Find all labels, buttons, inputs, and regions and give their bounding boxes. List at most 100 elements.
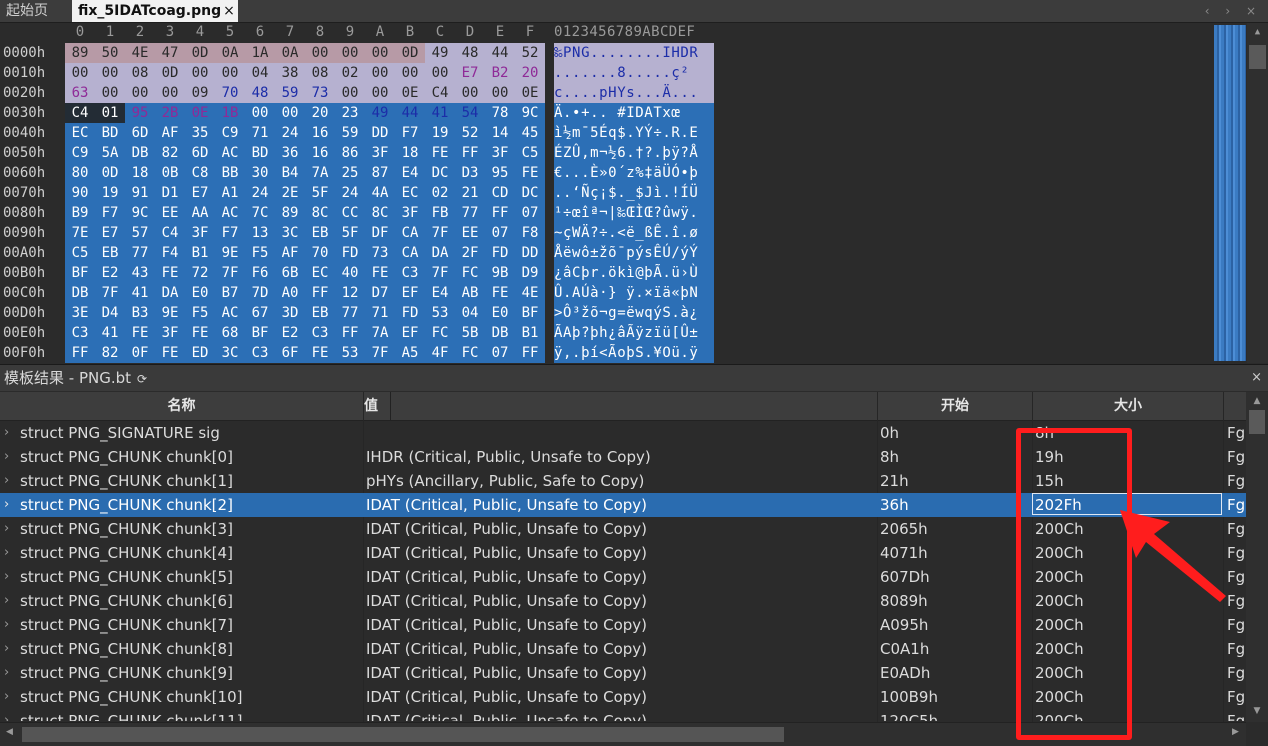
hex-byte[interactable]: 6D [185,143,215,163]
hex-byte[interactable]: 8C [365,203,395,223]
hex-byte[interactable]: 00 [335,43,365,63]
hex-byte[interactable]: F7 [395,123,425,143]
hex-byte[interactable]: FD [395,303,425,323]
hex-byte[interactable]: 23 [335,103,365,123]
hex-byte[interactable]: 7A [305,163,335,183]
hex-byte[interactable]: DA [425,243,455,263]
hex-byte[interactable]: 00 [65,63,95,83]
expand-chevron-icon[interactable]: › [4,493,9,517]
hex-byte[interactable]: DB [125,143,155,163]
hex-byte[interactable]: FB [425,203,455,223]
hex-byte[interactable]: 7E [65,223,95,243]
hex-byte[interactable]: C4 [425,83,455,103]
hex-byte[interactable]: 24 [275,123,305,143]
expand-chevron-icon[interactable]: › [4,613,9,637]
hex-byte[interactable]: 43 [125,263,155,283]
hex-byte[interactable]: 8C [305,203,335,223]
tab-nav-icons[interactable]: ‹ › × [1205,0,1262,22]
hex-byte[interactable]: FE [425,143,455,163]
hex-byte[interactable]: 21 [455,183,485,203]
hex-byte[interactable]: 01 [95,103,125,123]
tab-start-page[interactable]: 起始页 [0,0,70,22]
scroll-up-icon[interactable]: ▲ [1246,396,1268,406]
hex-byte[interactable]: 00 [365,63,395,83]
close-panel-icon[interactable]: × [1251,365,1262,391]
hex-byte[interactable]: 77 [125,243,155,263]
refresh-icon[interactable]: ⟳ [137,372,147,386]
expand-chevron-icon[interactable]: › [4,445,9,469]
hex-byte[interactable]: AA [185,203,215,223]
hex-byte[interactable]: FE [155,343,185,363]
hex-byte[interactable]: E7 [185,183,215,203]
file-overview-bar[interactable] [1214,25,1246,361]
hex-byte[interactable]: FE [155,263,185,283]
hex-byte[interactable]: 70 [305,243,335,263]
scroll-up-icon[interactable]: ▲ [1247,27,1268,37]
hex-byte[interactable]: BF [245,323,275,343]
hex-byte[interactable]: 5B [455,323,485,343]
hex-byte[interactable]: 50 [95,43,125,63]
hex-byte[interactable]: E4 [395,163,425,183]
column-header-value-fill[interactable] [391,392,878,420]
hex-ascii[interactable]: €...È»0´z%‡äÜÓ•þ [554,163,714,183]
hex-byte[interactable]: F7 [215,223,245,243]
hex-vertical-scrollbar[interactable]: ▲ [1247,23,1268,363]
hex-byte[interactable]: FF [305,283,335,303]
hex-byte[interactable]: FE [365,263,395,283]
hex-byte[interactable]: 57 [125,223,155,243]
hex-byte[interactable]: B7 [215,283,245,303]
hex-byte[interactable]: FF [485,203,515,223]
hex-byte[interactable]: E4 [425,283,455,303]
hex-byte[interactable]: 0F [125,343,155,363]
hex-byte[interactable]: 89 [65,43,95,63]
hex-byte[interactable]: 12 [335,283,365,303]
hex-ascii[interactable]: ì½m¯5Éq$.YÝ÷.R.E [554,123,714,143]
hex-ascii[interactable]: ¿âCþr.ökì@þÃ.ü›Ù [554,263,714,283]
hex-ascii[interactable]: >Ô³žõ¬g=ëwqýS.à¿ [554,303,714,323]
table-hscroll-thumb[interactable] [22,727,784,742]
hex-byte[interactable]: 59 [335,123,365,143]
hex-byte[interactable]: 1B [215,103,245,123]
scroll-left-icon[interactable]: ◀ [6,727,13,737]
expand-chevron-icon[interactable]: › [4,589,9,613]
hex-byte[interactable]: C9 [65,143,95,163]
hex-byte[interactable]: 19 [95,183,125,203]
hex-byte[interactable]: 00 [155,83,185,103]
hex-byte[interactable]: 72 [185,263,215,283]
hex-byte[interactable]: CC [335,203,365,223]
hex-byte[interactable]: 9C [515,103,545,123]
hex-byte[interactable]: C5 [515,143,545,163]
hex-byte[interactable]: 04 [455,303,485,323]
hex-byte[interactable]: F7 [95,203,125,223]
hex-byte[interactable]: C3 [65,323,95,343]
hex-byte[interactable]: 80 [65,163,95,183]
hex-byte[interactable]: EB [95,243,125,263]
hex-scroll-thumb[interactable] [1249,45,1266,69]
hex-byte[interactable]: 14 [485,123,515,143]
hex-byte[interactable]: CD [485,183,515,203]
hex-byte[interactable]: 70 [215,83,245,103]
hex-ascii[interactable]: ¹÷œîª¬|‰ŒÌŒ?ûwÿ. [554,203,714,223]
hex-byte[interactable]: 90 [65,183,95,203]
hex-byte[interactable]: 6B [275,263,305,283]
hex-byte[interactable]: 00 [95,63,125,83]
hex-byte[interactable]: 20 [305,103,335,123]
hex-byte[interactable]: BB [215,163,245,183]
hex-byte[interactable]: B9 [65,203,95,223]
hex-byte[interactable]: 25 [335,163,365,183]
hex-byte[interactable]: E2 [95,263,125,283]
hex-byte[interactable]: FE [125,323,155,343]
hex-byte[interactable]: 7F [365,343,395,363]
hex-ascii[interactable]: .......8.....ç² [554,63,714,83]
hex-byte[interactable]: BD [245,143,275,163]
hex-byte[interactable]: 02 [335,63,365,83]
hex-byte[interactable]: A5 [395,343,425,363]
hex-byte[interactable]: 53 [425,303,455,323]
hex-byte[interactable]: F5 [245,243,275,263]
column-header-size[interactable]: 大小 [1033,392,1224,420]
expand-chevron-icon[interactable]: › [4,469,9,493]
expand-chevron-icon[interactable]: › [4,661,9,685]
hex-byte[interactable]: 73 [305,83,335,103]
hex-byte[interactable]: DD [515,243,545,263]
hex-byte[interactable]: B1 [185,243,215,263]
